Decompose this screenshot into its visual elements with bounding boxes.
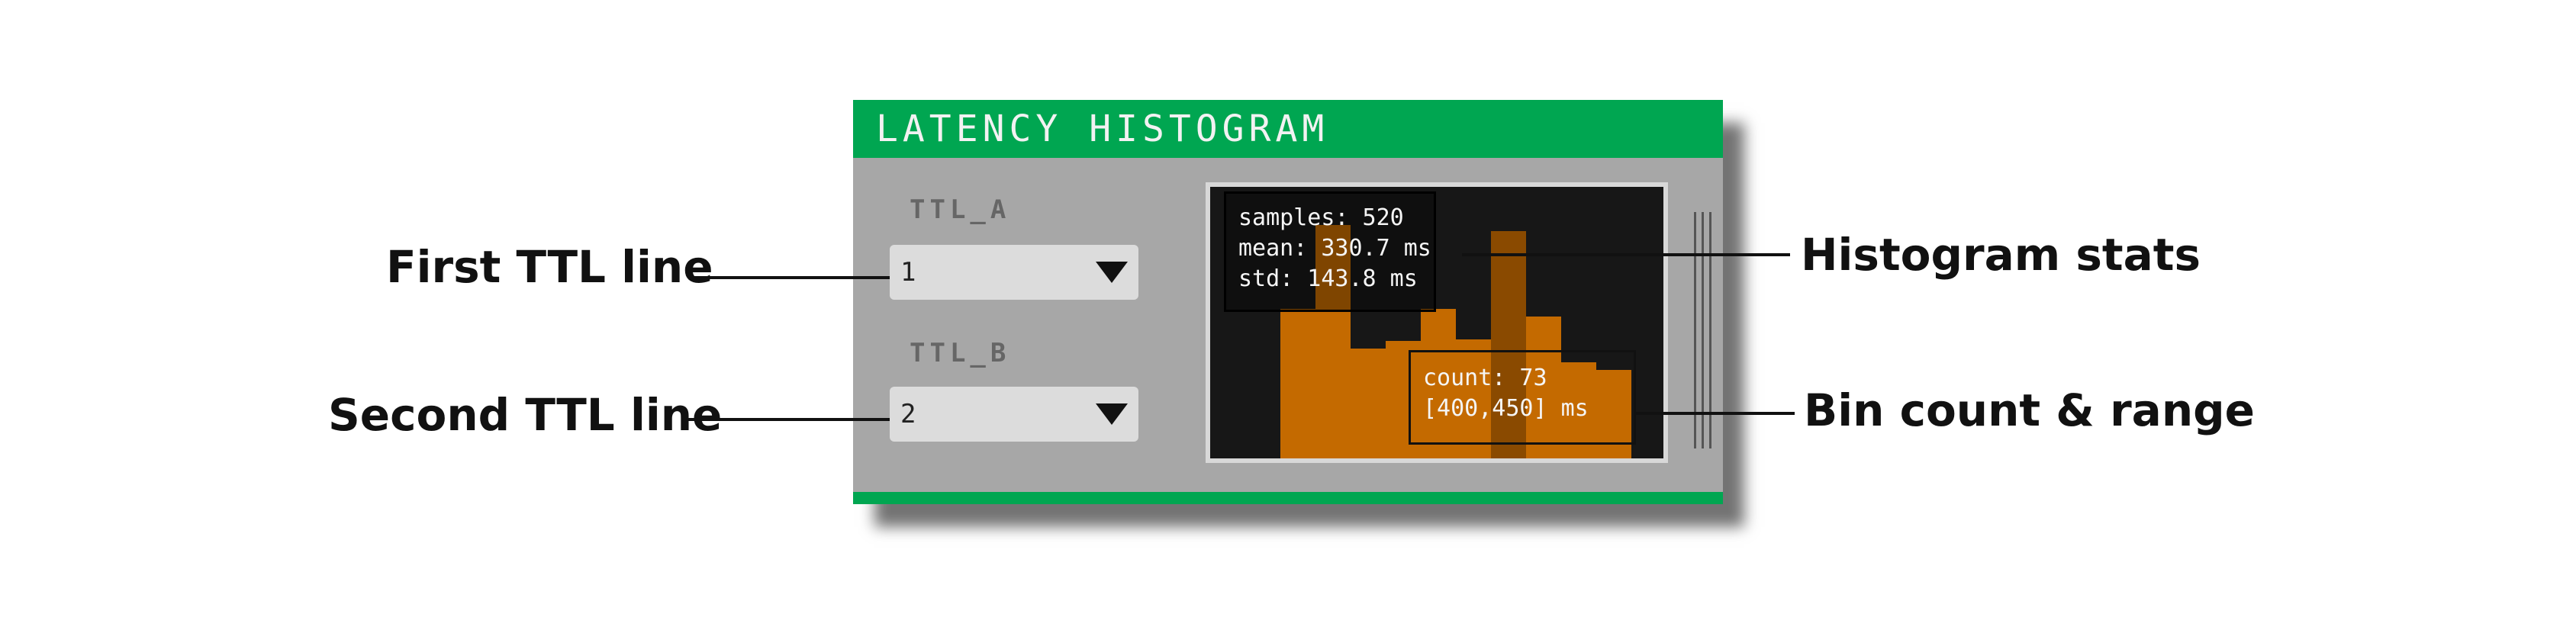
callout-line-first-ttl — [688, 276, 890, 279]
histogram-stats-box: samples: 520 mean: 330.7 ms std: 143.8 m… — [1224, 191, 1436, 312]
bin-range: [400,450] ms — [1423, 395, 1589, 422]
callout-histogram-stats: Histogram stats — [1801, 229, 2201, 281]
bin-tooltip: count: 73 [400,450] ms — [1409, 350, 1636, 445]
chevron-down-icon — [1096, 262, 1128, 283]
ttl-b-value: 2 — [900, 399, 916, 429]
histogram-frame: samples: 520 mean: 330.7 ms std: 143.8 m… — [1206, 182, 1668, 463]
latency-histogram-panel: LATENCY HISTOGRAM TTL_A 1 TTL_B 2 sample… — [853, 100, 1723, 504]
ttl-b-dropdown[interactable]: 2 — [890, 387, 1138, 442]
histogram-plot[interactable]: samples: 520 mean: 330.7 ms std: 143.8 m… — [1210, 187, 1663, 458]
stats-samples: samples: 520 — [1238, 204, 1404, 231]
ttl-a-label: TTL_A — [910, 194, 1011, 225]
panel-footer — [853, 492, 1723, 504]
panel-title: LATENCY HISTOGRAM — [876, 108, 1329, 150]
callout-first-ttl: First TTL line — [386, 241, 713, 293]
callout-second-ttl: Second TTL line — [328, 389, 723, 441]
histogram-bar — [1351, 349, 1386, 458]
stats-mean: mean: 330.7 ms — [1238, 235, 1431, 262]
ttl-a-dropdown[interactable]: 1 — [890, 245, 1138, 300]
callout-line-histogram-stats — [1462, 253, 1790, 256]
callout-line-bin-count — [1634, 412, 1795, 415]
histogram-bar — [1280, 309, 1315, 458]
callout-line-second-ttl — [688, 418, 890, 421]
chevron-down-icon — [1096, 403, 1128, 425]
callout-bin-count: Bin count & range — [1804, 384, 2255, 436]
ttl-b-label: TTL_B — [910, 338, 1011, 368]
ttl-a-value: 1 — [900, 257, 916, 288]
bin-count: count: 73 — [1423, 365, 1547, 391]
stats-std: std: 143.8 ms — [1238, 265, 1418, 292]
panel-header: LATENCY HISTOGRAM — [853, 100, 1723, 158]
